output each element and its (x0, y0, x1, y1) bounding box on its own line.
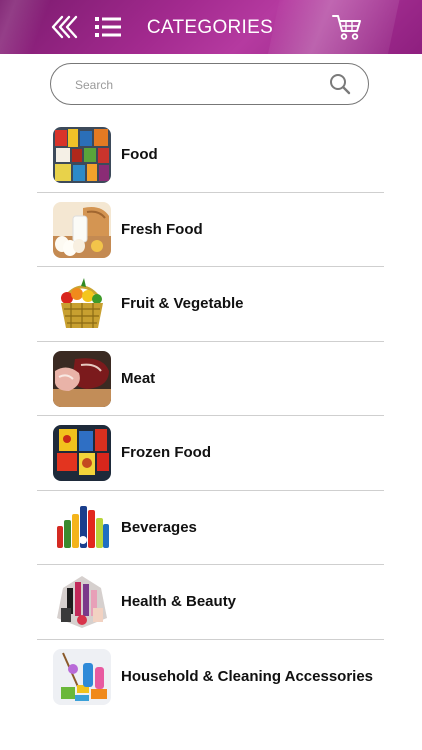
shopping-cart-icon (332, 15, 361, 40)
category-item-frozen-food[interactable]: Frozen Food (37, 416, 384, 491)
header-highlight (0, 0, 55, 54)
health-beauty-thumbnail (53, 574, 111, 630)
category-item-food[interactable]: Food (37, 118, 384, 193)
category-item-fresh-food[interactable]: Fresh Food (37, 193, 384, 267)
category-label: Food (121, 146, 158, 163)
food-thumbnail (53, 127, 111, 183)
search-bar (50, 63, 369, 105)
frozen-food-thumbnail (53, 425, 111, 481)
beverages-thumbnail (53, 499, 111, 556)
category-item-health-beauty[interactable]: Health & Beauty (37, 565, 384, 640)
category-label: Frozen Food (121, 444, 211, 461)
search-button[interactable] (328, 72, 352, 96)
category-label: Household & Cleaning Accessories (121, 667, 374, 685)
category-label: Fresh Food (121, 220, 203, 238)
category-item-meat[interactable]: Meat (37, 342, 384, 416)
app-header: CATEGORIES (0, 0, 422, 54)
category-item-beverages[interactable]: Beverages (37, 491, 384, 565)
household-cleaning-thumbnail (53, 648, 111, 705)
back-button[interactable] (48, 13, 80, 41)
cart-button[interactable] (330, 12, 364, 42)
category-label: Beverages (121, 518, 197, 536)
menu-button[interactable] (93, 14, 123, 40)
fruit-vegetable-thumbnail (53, 276, 111, 332)
search-input[interactable] (73, 72, 317, 98)
category-label: Meat (121, 369, 156, 387)
meat-thumbnail (53, 350, 111, 407)
double-chevron-left-icon (51, 15, 78, 39)
fresh-food-thumbnail (53, 201, 111, 258)
category-list: Food Fresh Food Fruit & Vegetable Meat F… (37, 118, 384, 714)
category-item-fruit-vegetable[interactable]: Fruit & Vegetable (37, 267, 384, 342)
category-label: Fruit & Vegetable (121, 295, 244, 312)
category-label: Health & Beauty (121, 593, 237, 610)
list-menu-icon (95, 17, 121, 37)
category-item-household-cleaning[interactable]: Household & Cleaning Accessories (37, 640, 384, 715)
page-title: CATEGORIES (146, 17, 274, 38)
search-icon (330, 74, 351, 95)
